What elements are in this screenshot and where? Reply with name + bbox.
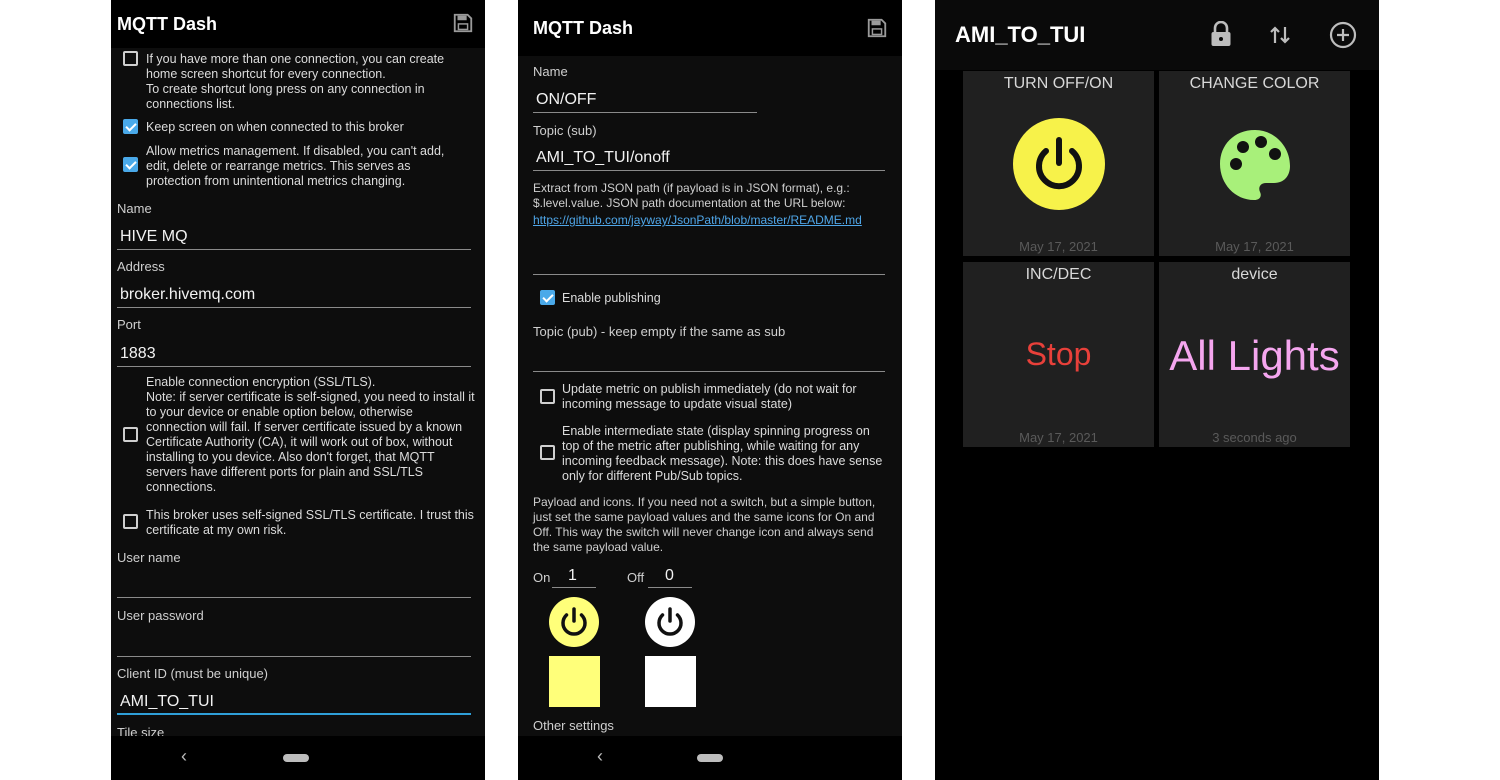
intermediate-state-text: Enable intermediate state (display spinn…	[562, 424, 883, 483]
metrics-management-checkbox[interactable]	[123, 157, 138, 172]
port-label: Port	[117, 317, 141, 332]
tile-inc-dec[interactable]: INC/DEC Stop May 17, 2021	[963, 262, 1154, 447]
keep-screen-text: Keep screen on when connected to this br…	[146, 120, 404, 134]
dashboard-screen: AMI_TO_TUI TURN OFF/ON May 17, 2021 CHAN…	[935, 0, 1379, 780]
swap-vertical-icon[interactable]	[1268, 23, 1292, 47]
enable-publishing-text: Enable publishing	[562, 291, 661, 305]
off-color-swatch[interactable]	[645, 656, 696, 707]
json-path-hint: Extract from JSON path (if payload is in…	[533, 181, 850, 210]
tile-title: CHANGE COLOR	[1189, 75, 1320, 92]
update-metric-text: Update metric on publish immediately (do…	[562, 382, 857, 411]
app-bar: MQTT Dash	[518, 0, 902, 56]
tile-turn-off-on[interactable]: TURN OFF/ON May 17, 2021	[963, 71, 1154, 256]
power-icon	[1013, 118, 1105, 210]
shortcut-checkbox[interactable]	[123, 51, 138, 66]
intermediate-state-checkbox[interactable]	[540, 445, 555, 460]
other-settings-label: Other settings	[533, 718, 614, 733]
update-metric-checkbox[interactable]	[540, 389, 555, 404]
on-payload-field[interactable]: 1	[568, 567, 577, 585]
username-label: User name	[117, 550, 181, 565]
client-id-label: Client ID (must be unique)	[117, 666, 269, 681]
topic-pub-label: Topic (pub) - keep empty if the same as …	[533, 324, 786, 339]
client-id-field[interactable]: AMI_TO_TUI	[120, 693, 214, 711]
topic-sub-label: Topic (sub)	[533, 123, 597, 138]
off-label: Off	[627, 570, 645, 585]
topic-sub-underline	[533, 170, 885, 171]
add-icon[interactable]	[1329, 21, 1357, 49]
tile-title: device	[1231, 266, 1278, 283]
metric-settings-screen: MQTT Dash Name ON/OFF Topic (sub) AMI_TO…	[518, 0, 902, 780]
topic-sub-field[interactable]: AMI_TO_TUI/onoff	[536, 149, 670, 167]
tile-title: INC/DEC	[1025, 266, 1092, 283]
save-icon[interactable]	[866, 17, 888, 39]
home-icon[interactable]	[283, 754, 309, 762]
tile-value: All Lights	[1169, 332, 1340, 379]
address-label: Address	[117, 259, 165, 274]
metrics-management-text: Allow metrics management. If disabled, y…	[146, 144, 445, 188]
navigation-bar: ‹	[111, 736, 485, 780]
port-underline	[117, 366, 471, 367]
off-payload-field[interactable]: 0	[665, 567, 674, 585]
navigation-bar: ‹	[518, 736, 902, 780]
tile-device[interactable]: device All Lights 3 seconds ago	[1159, 262, 1350, 447]
app-title: MQTT Dash	[117, 14, 218, 34]
back-icon[interactable]: ‹	[597, 746, 603, 767]
password-label: User password	[117, 608, 204, 623]
tile-value: Stop	[1025, 336, 1092, 372]
port-field[interactable]: 1883	[120, 345, 156, 363]
name-field[interactable]: ON/OFF	[536, 91, 596, 109]
name-label: Name	[117, 201, 152, 216]
tile-title: TURN OFF/ON	[1003, 75, 1114, 92]
password-field[interactable]	[117, 656, 471, 657]
self-signed-text: This broker uses self-signed SSL/TLS cer…	[146, 508, 474, 537]
home-icon[interactable]	[697, 754, 723, 762]
self-signed-checkbox[interactable]	[123, 514, 138, 529]
payload-hint: Payload and icons. If you need not a swi…	[533, 495, 876, 554]
encryption-checkbox[interactable]	[123, 427, 138, 442]
name-field[interactable]: HIVE MQ	[120, 228, 188, 246]
json-path-field[interactable]	[533, 274, 885, 275]
enable-publishing-checkbox[interactable]	[540, 290, 555, 305]
connection-settings-screen: MQTT Dash If you have more than one conn…	[111, 0, 485, 780]
address-underline	[117, 307, 471, 308]
tile-change-color[interactable]: CHANGE COLOR May 17, 2021	[1159, 71, 1350, 256]
client-id-underline	[117, 713, 471, 715]
name-underline	[533, 112, 757, 113]
json-path-link[interactable]: https://github.com/jayway/JsonPath/blob/…	[533, 213, 883, 228]
address-field[interactable]: broker.hivemq.com	[120, 286, 255, 304]
save-icon[interactable]	[452, 12, 474, 34]
app-title: AMI_TO_TUI	[955, 22, 1086, 47]
on-power-icon[interactable]	[548, 596, 600, 648]
tile-date: May 17, 2021	[1215, 239, 1294, 254]
username-field[interactable]	[117, 597, 471, 598]
topic-pub-field[interactable]	[533, 371, 885, 372]
on-label: On	[533, 570, 551, 585]
tile-date: May 17, 2021	[1019, 430, 1098, 445]
encryption-text: Enable connection encryption (SSL/TLS). …	[146, 375, 475, 494]
lock-icon[interactable]	[1209, 21, 1233, 47]
back-icon[interactable]: ‹	[181, 746, 187, 767]
on-color-swatch[interactable]	[549, 656, 600, 707]
tile-date: 3 seconds ago	[1212, 430, 1297, 445]
off-power-icon[interactable]	[644, 596, 696, 648]
tile-date: May 17, 2021	[1019, 239, 1098, 254]
app-bar: MQTT Dash	[111, 0, 485, 48]
keep-screen-checkbox[interactable]	[123, 119, 138, 134]
off-payload-underline	[648, 587, 692, 588]
name-underline	[117, 249, 471, 250]
name-label: Name	[533, 64, 568, 79]
on-payload-underline	[552, 587, 596, 588]
app-title: MQTT Dash	[533, 18, 634, 38]
shortcut-text: If you have more than one connection, yo…	[146, 52, 445, 111]
palette-icon	[1220, 130, 1290, 200]
app-bar: AMI_TO_TUI	[935, 0, 1379, 70]
